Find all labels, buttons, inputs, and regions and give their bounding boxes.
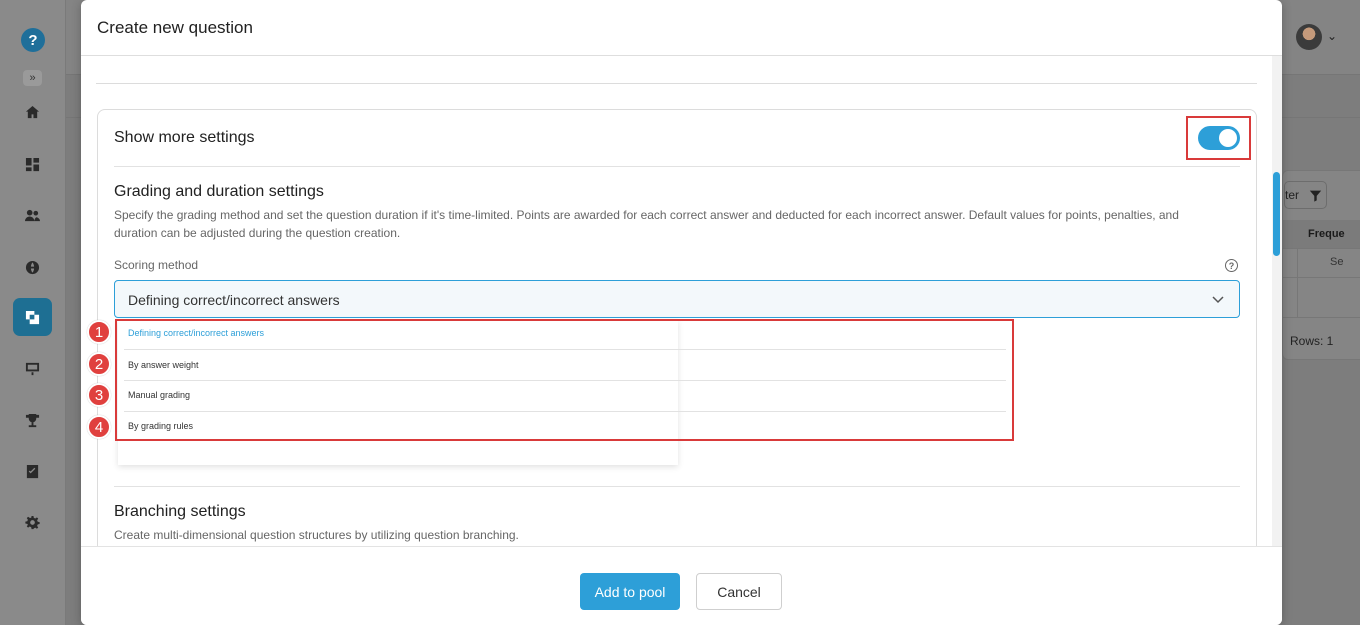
chevron-down-icon[interactable]: ⌄ [1327,29,1337,43]
grading-section-description: Specify the grading method and set the q… [114,208,1179,240]
home-icon[interactable] [23,103,41,121]
table-cell: Se [1330,256,1344,268]
step-badge: 2 [87,352,111,376]
option-label: Manual grading [128,389,191,400]
scrollbar-track[interactable] [1272,56,1282,546]
modal-footer: Add to pool Cancel [81,546,1282,625]
table-divider [1282,248,1360,249]
expand-icon[interactable]: » [23,70,42,86]
branching-section-title: Branching settings [114,503,246,520]
filter-icon [1309,190,1322,202]
step-badge: 4 [87,415,111,439]
table-divider [1282,277,1360,278]
scoring-method-label: Scoring method [114,258,199,272]
presentation-icon[interactable] [23,359,41,377]
dashboard-icon[interactable] [23,155,41,173]
help-icon[interactable]: ? [1225,259,1238,272]
users-icon[interactable] [23,206,41,224]
divider [96,83,1257,84]
table-divider [1282,317,1360,318]
scoring-method-value: Defining correct/incorrect answers [128,292,340,308]
option-by-grading-rules[interactable]: By grading rules [124,410,1006,441]
create-question-modal: Create new question Show more settings G… [81,0,1282,625]
option-label: Defining correct/incorrect answers [128,327,265,338]
divider [114,166,1240,167]
option-label: By answer weight [128,359,199,370]
trophy-icon[interactable] [23,411,41,429]
chevron-down-icon [1211,292,1225,306]
modal-header: Create new question [81,0,1282,56]
option-correct-incorrect[interactable]: Defining correct/incorrect answers [124,317,1006,348]
rows-count: Rows: 1 [1290,334,1334,348]
globe-icon[interactable] [23,258,41,276]
avatar[interactable] [1296,24,1322,50]
table-header-frequency: Freque [1282,220,1360,248]
grading-section-title: Grading and duration settings [114,183,324,200]
table-divider [1297,248,1298,318]
add-to-pool-button[interactable]: Add to pool [580,573,680,610]
show-more-settings-toggle[interactable] [1198,126,1240,150]
step-badge: 3 [87,383,111,407]
modal-title: Create new question [97,18,253,37]
scoring-method-select[interactable]: Defining correct/incorrect answers [114,280,1240,318]
scrollbar-thumb[interactable] [1273,172,1280,256]
checklist-icon[interactable] [23,462,41,480]
modal-body: Show more settings Grading and duration … [81,56,1274,546]
show-more-settings-title: Show more settings [114,129,255,146]
cancel-button[interactable]: Cancel [696,573,782,610]
toggle-knob [1219,129,1237,147]
filter-label: ter [1285,188,1300,202]
step-badge: 1 [87,320,111,344]
branching-section-description: Create multi-dimensional question struct… [114,528,519,542]
filter-button[interactable]: ter [1284,181,1327,209]
logo-icon: ? [21,28,45,52]
option-label: By grading rules [128,420,194,431]
option-manual-grading[interactable]: Manual grading [124,379,1006,410]
divider [114,486,1240,487]
question-pool-icon[interactable] [13,298,52,336]
app-sidebar: ? » [0,0,66,625]
option-by-answer-weight[interactable]: By answer weight [124,349,1006,380]
gear-icon[interactable] [23,513,41,531]
